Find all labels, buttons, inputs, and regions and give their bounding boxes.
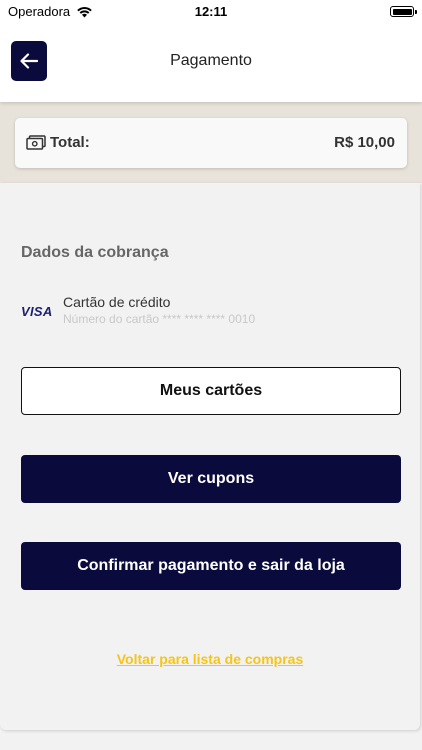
battery-icon: [390, 6, 417, 17]
card-type: Cartão de crédito: [63, 294, 171, 310]
visa-logo: VISA: [21, 304, 53, 319]
total-card: Total: R$ 10,00: [15, 118, 407, 168]
view-coupons-button[interactable]: Ver cupons: [21, 455, 401, 503]
my-cards-button[interactable]: Meus cartões: [21, 367, 401, 415]
total-value: R$ 10,00: [334, 134, 395, 151]
payment-card: Dados da cobrança VISA Cartão de crédito…: [0, 183, 420, 730]
status-time: 12:11: [194, 4, 228, 19]
nav-header: Pagamento: [0, 24, 422, 102]
money-icon: [26, 135, 46, 150]
card-number: Número do cartão **** **** **** 0010: [63, 312, 256, 326]
confirm-payment-button[interactable]: Confirmar pagamento e sair da loja: [21, 542, 401, 590]
back-to-list-link[interactable]: Voltar para lista de compras: [0, 651, 420, 667]
total-label: Total:: [50, 134, 90, 151]
status-bar: Operadora 12:11: [0, 0, 422, 24]
billing-section-title: Dados da cobrança: [21, 244, 169, 261]
page-title: Pagamento: [170, 52, 252, 69]
total-band: Total: R$ 10,00: [0, 102, 422, 183]
